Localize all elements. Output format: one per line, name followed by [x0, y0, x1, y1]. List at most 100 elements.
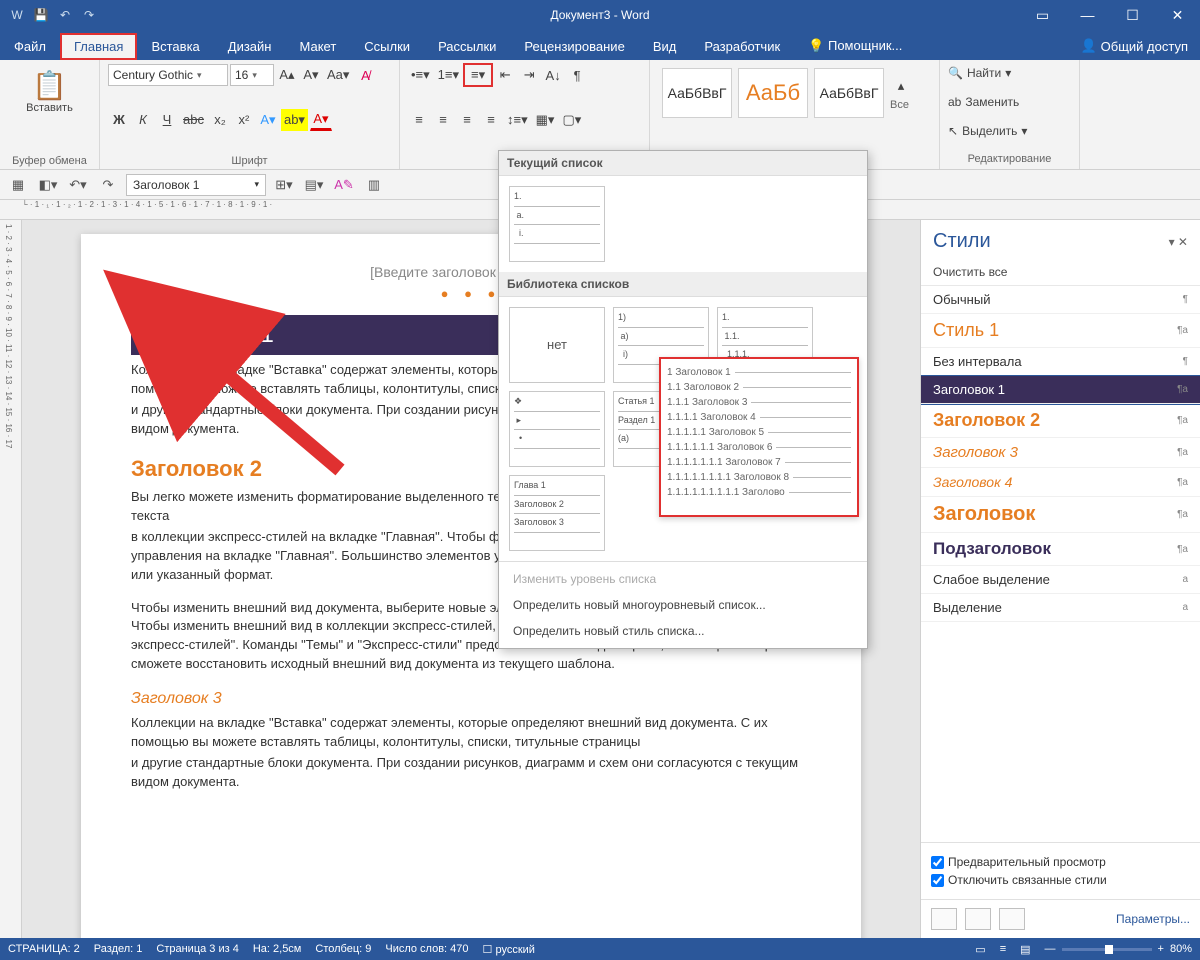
toolbar-btn[interactable]: ⊞▾ — [272, 173, 296, 197]
styles-scroll-up-icon[interactable]: ▴ — [890, 75, 912, 97]
style-item[interactable]: Заголовок¶a — [921, 497, 1200, 533]
tell-me[interactable]: 💡 Помощник... — [794, 32, 916, 60]
styles-pane-pin-icon[interactable]: ▾ ✕ — [1169, 235, 1188, 249]
status-at[interactable]: На: 2,5см — [253, 943, 302, 955]
style-thumb[interactable]: АаБбВвГ — [662, 68, 732, 118]
style-item[interactable]: Заголовок 1¶a — [921, 376, 1200, 404]
style-item[interactable]: Заголовок 4¶a — [921, 468, 1200, 497]
tab-design[interactable]: Дизайн — [214, 33, 286, 60]
ribbon-options-icon[interactable]: ▭ — [1020, 0, 1065, 30]
shading-icon[interactable]: ▦▾ — [533, 109, 558, 131]
style-item[interactable]: Заголовок 2¶a — [921, 404, 1200, 438]
view-print-icon[interactable]: ≡ — [1000, 943, 1006, 955]
close-button[interactable]: ✕ — [1155, 0, 1200, 30]
tab-mailings[interactable]: Рассылки — [424, 33, 510, 60]
status-page-of[interactable]: Страница 3 из 4 — [156, 943, 238, 955]
preview-check[interactable] — [931, 856, 944, 869]
preview-checkbox[interactable]: Предварительный просмотр — [931, 855, 1190, 869]
view-read-icon[interactable]: ▭ — [975, 943, 985, 956]
tab-layout[interactable]: Макет — [285, 33, 350, 60]
line-spacing-icon[interactable]: ↕≡▾ — [504, 109, 531, 131]
style-item[interactable]: Стиль 1¶a — [921, 314, 1200, 348]
maximize-button[interactable]: ☐ — [1110, 0, 1155, 30]
status-column[interactable]: Столбец: 9 — [315, 943, 371, 955]
toolbar-btn[interactable]: A✎ — [332, 173, 356, 197]
align-right-icon[interactable]: ≡ — [456, 109, 478, 131]
align-center-icon[interactable]: ≡ — [432, 109, 454, 131]
toolbar-btn[interactable]: ▤▾ — [302, 173, 326, 197]
redo-icon[interactable]: ↷ — [96, 173, 120, 197]
undo-icon[interactable]: ↶ — [56, 6, 74, 24]
status-words[interactable]: Число слов: 470 — [385, 943, 468, 955]
minimize-button[interactable]: — — [1065, 0, 1110, 30]
clear-format-icon[interactable]: A̸ — [354, 64, 376, 86]
style-item[interactable]: Слабое выделениеa — [921, 566, 1200, 594]
select-button[interactable]: ↖Выделить ▾ — [948, 122, 1071, 140]
tab-references[interactable]: Ссылки — [350, 33, 424, 60]
body-text[interactable]: и другие стандартные блоки документа. Пр… — [131, 754, 811, 792]
status-section[interactable]: Раздел: 1 — [94, 943, 143, 955]
shrink-font-icon[interactable]: A▾ — [300, 64, 322, 86]
ml-thumb[interactable]: Глава 1Заголовок 2Заголовок 3 — [509, 475, 605, 551]
increase-indent-icon[interactable]: ⇥ — [518, 64, 540, 86]
tab-view[interactable]: Вид — [639, 33, 691, 60]
multilevel-list-button[interactable]: ≡▾ — [464, 64, 492, 86]
bold-button[interactable]: Ж — [108, 109, 130, 131]
style-item[interactable]: Без интервала¶ — [921, 348, 1200, 376]
style-inspector-icon[interactable] — [965, 908, 991, 930]
toolbar-btn[interactable]: ▥ — [362, 173, 386, 197]
justify-icon[interactable]: ≡ — [480, 109, 502, 131]
ml-hover-preview[interactable]: 1 Заголовок 11.1 Заголовок 21.1.1 Заголо… — [659, 357, 859, 517]
view-web-icon[interactable]: ▤ — [1020, 943, 1030, 956]
style-thumb[interactable]: АаБбВвГ — [814, 68, 884, 118]
linked-checkbox[interactable]: Отключить связанные стили — [931, 873, 1190, 887]
highlight-icon[interactable]: ab▾ — [281, 109, 308, 131]
tab-review[interactable]: Рецензирование — [510, 33, 638, 60]
style-item[interactable]: Подзаголовок¶a — [921, 533, 1200, 566]
tab-developer[interactable]: Разработчик — [690, 33, 794, 60]
font-name-combo[interactable]: Century Gothic▾ — [108, 64, 228, 86]
vertical-ruler[interactable]: 1 · 2 · 3 · 4 · 5 · 6 · 7 · 8 · 9 · 10 ·… — [0, 220, 22, 938]
zoom-control[interactable]: — + 80% — [1045, 943, 1192, 955]
ml-thumb[interactable]: ❖ ▸ • — [509, 391, 605, 467]
strike-button[interactable]: abc — [180, 109, 207, 131]
superscript-button[interactable]: x² — [233, 109, 255, 131]
italic-button[interactable]: К — [132, 109, 154, 131]
body-text[interactable]: Коллекции на вкладке "Вставка" содержат … — [131, 714, 811, 752]
bullets-icon[interactable]: •≡▾ — [408, 64, 433, 86]
new-style-icon[interactable] — [931, 908, 957, 930]
ml-define-new-list[interactable]: Определить новый многоуровневый список..… — [499, 592, 867, 618]
heading-3[interactable]: Заголовок 3 — [131, 690, 811, 708]
text-effects-icon[interactable]: A▾ — [257, 109, 279, 131]
undo-icon[interactable]: ↶▾ — [66, 173, 90, 197]
find-button[interactable]: 🔍Найти ▾ — [948, 64, 1071, 82]
font-size-combo[interactable]: 16▾ — [230, 64, 274, 86]
font-color-icon[interactable]: A▾ — [310, 109, 332, 131]
style-item[interactable]: Обычный¶ — [921, 286, 1200, 314]
paste-button[interactable]: 📋 Вставить — [8, 64, 91, 119]
styles-params-link[interactable]: Параметры... — [1116, 912, 1190, 926]
numbering-icon[interactable]: 1≡▾ — [435, 64, 462, 86]
save-icon[interactable]: 💾 — [32, 6, 50, 24]
ml-current-thumb[interactable]: 1. a. i. — [509, 186, 605, 262]
decrease-indent-icon[interactable]: ⇤ — [494, 64, 516, 86]
grow-font-icon[interactable]: A▴ — [276, 64, 298, 86]
style-thumb[interactable]: АаБб — [738, 68, 808, 118]
status-page[interactable]: СТРАНИЦА: 2 — [8, 943, 80, 955]
tab-file[interactable]: Файл — [0, 33, 60, 60]
tab-insert[interactable]: Вставка — [137, 33, 213, 60]
style-item[interactable]: Выделениеa — [921, 594, 1200, 622]
share-button[interactable]: 👤 Общий доступ — [1068, 32, 1200, 60]
replace-button[interactable]: abЗаменить — [948, 93, 1071, 111]
clear-all-styles[interactable]: Очистить все — [921, 259, 1200, 286]
nav-pane-icon[interactable]: ▦ — [6, 173, 30, 197]
change-case-icon[interactable]: Aa▾ — [324, 64, 352, 86]
sort-icon[interactable]: A↓ — [542, 64, 564, 86]
style-selector[interactable]: Заголовок 1▾ — [126, 174, 266, 196]
align-left-icon[interactable]: ≡ — [408, 109, 430, 131]
styles-gallery[interactable]: АаБбВвГ АаБб АаБбВвГ ▴ Все — [658, 64, 931, 122]
underline-button[interactable]: Ч — [156, 109, 178, 131]
show-marks-icon[interactable]: ¶ — [566, 64, 588, 86]
status-lang[interactable]: ☐ русский — [483, 943, 535, 956]
tab-home[interactable]: Главная — [60, 33, 137, 60]
